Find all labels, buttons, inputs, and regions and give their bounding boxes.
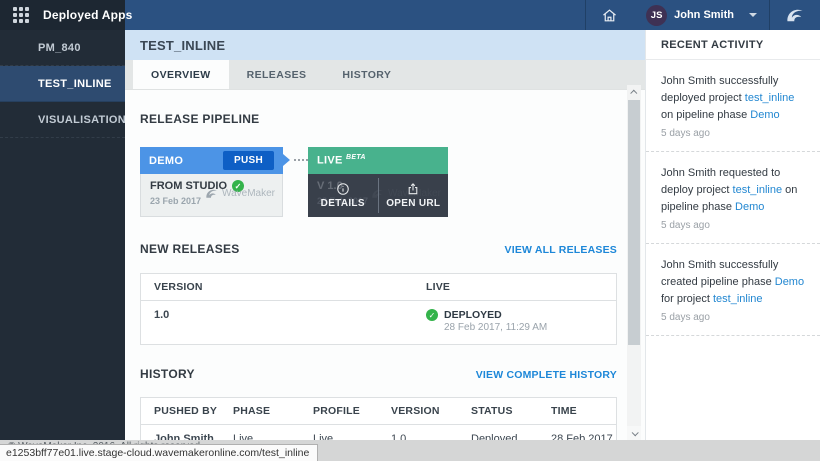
app-title: Deployed Apps [43,8,133,22]
new-releases-table: VERSION LIVE 1.0 ✓ DEPLOYED 28 Feb 2017,… [140,273,617,345]
live-phase-card: LIVE BETA V 1.0 28 Feb 2017 WaveMaker [308,147,448,217]
wavemaker-logo-icon [770,0,820,30]
topbar: Deployed Apps JS John Smith [0,0,820,30]
footer: © WaveMaker Inc. 2016. All rights reserv… [0,440,820,461]
tab-overview[interactable]: OVERVIEW [133,60,229,89]
history-status: Deployed [471,433,551,440]
avatar: JS [646,5,667,26]
column-header-version: VERSION [391,405,471,417]
topbar-right: JS John Smith [125,0,820,30]
beta-badge: BETA [346,154,366,161]
apps-grid-icon[interactable] [13,7,29,23]
chevron-down-icon [749,13,757,17]
activity-time: 5 days ago [661,220,806,231]
demo-phase-label: DEMO [149,155,183,167]
release-pipeline: DEMO PUSH FROM STUDIO ✓ 23 Feb 2017 [140,147,645,217]
home-button[interactable] [586,0,632,30]
table-row: John Smith Live Live 1.0 Deployed 28 Feb… [141,425,616,440]
scroll-down-arrow[interactable] [627,426,641,440]
activity-project-link[interactable]: test_inline [733,184,783,196]
deploy-status: DEPLOYED [444,309,502,321]
history-heading: HISTORY [140,367,195,381]
column-header-live: LIVE [426,281,616,293]
view-all-releases-link[interactable]: VIEW ALL RELEASES [505,244,618,256]
wavemaker-watermark: WaveMaker [204,186,275,201]
deploy-time: 28 Feb 2017, 11:29 AM [444,322,547,333]
demo-phase-card: DEMO PUSH FROM STUDIO ✓ 23 Feb 2017 [140,147,283,217]
column-header-time: TIME [551,405,616,417]
overview-content: RELEASE PIPELINE DEMO PUSH FROM STUDIO ✓ [125,90,645,440]
recent-activity-heading: RECENT ACTIVITY [646,30,820,60]
pipeline-arrow-icon [283,154,290,166]
activity-time: 5 days ago [661,128,806,139]
push-button[interactable]: PUSH [223,151,274,170]
history-pushed-by: John Smith [141,433,233,440]
sidebar: PM_840 TEST_INLINE VISUALISATION [0,30,125,440]
activity-item: John Smith successfully deployed project… [646,60,820,152]
page-title-band: TEST_INLINE [125,30,645,60]
activity-text: for project [661,293,713,305]
column-header-phase: PHASE [233,405,313,417]
release-version: 1.0 [141,309,426,321]
open-url-button[interactable]: OPEN URL [379,174,449,217]
activity-item: John Smith successfully created pipeline… [646,244,820,336]
activity-text: on pipeline phase [661,109,750,121]
tab-history[interactable]: HISTORY [324,60,409,89]
activity-time: 5 days ago [661,312,806,323]
recent-activity-panel: RECENT ACTIVITY John Smith successfully … [645,30,820,440]
tabbar: OVERVIEW RELEASES HISTORY [125,60,645,90]
info-icon [336,182,350,196]
history-version: 1.0 [391,433,471,440]
column-header-pushed-by: PUSHED BY [141,405,233,417]
activity-phase-link[interactable]: Demo [750,109,779,121]
history-table: PUSHED BY PHASE PROFILE VERSION STATUS T… [140,397,617,440]
share-icon [406,182,420,196]
column-header-version: VERSION [141,281,426,293]
table-row: 1.0 ✓ DEPLOYED 28 Feb 2017, 11:29 AM [141,301,616,344]
tab-releases[interactable]: RELEASES [229,60,325,89]
history-time: 28 Feb 2017, [551,433,616,440]
username: John Smith [674,9,734,21]
deployed-apps-window: Deployed Apps JS John Smith [0,0,820,461]
live-card-actions: DETAILS OPEN URL [308,174,448,217]
activity-project-link[interactable]: test_inline [745,92,795,104]
activity-item: John Smith requested to deploy project t… [646,152,820,244]
sidebar-item-pm-840[interactable]: PM_840 [0,30,125,66]
vertical-scrollbar[interactable] [627,85,641,440]
user-menu[interactable]: JS John Smith [632,0,769,30]
view-complete-history-link[interactable]: VIEW COMPLETE HISTORY [476,369,617,381]
column-header-profile: PROFILE [313,405,391,417]
scroll-up-arrow[interactable] [627,85,641,99]
brand-block: Deployed Apps [0,0,125,30]
activity-text: John Smith successfully created pipeline… [661,259,778,288]
details-button[interactable]: DETAILS [308,174,378,217]
activity-phase-link[interactable]: Demo [735,201,764,213]
history-phase: Live [233,433,313,440]
activity-project-link[interactable]: test_inline [713,293,763,305]
main-panel: TEST_INLINE OVERVIEW RELEASES HISTORY RE… [125,30,645,440]
column-header-status: STATUS [471,405,551,417]
release-pipeline-heading: RELEASE PIPELINE [140,112,260,126]
history-profile-link[interactable]: Live [313,433,391,440]
home-icon [601,7,618,24]
live-phase-label: LIVE [317,155,343,167]
new-releases-heading: NEW RELEASES [140,242,240,256]
page-title: TEST_INLINE [140,38,225,53]
success-check-icon: ✓ [426,309,438,321]
activity-phase-link[interactable]: Demo [775,276,804,288]
sidebar-item-test-inline[interactable]: TEST_INLINE [0,66,125,102]
status-bar-url: e1253bff77e01.live.stage-cloud.wavemaker… [0,444,318,461]
sidebar-item-visualisation[interactable]: VISUALISATION [0,102,125,138]
scrollbar-thumb[interactable] [628,100,640,345]
